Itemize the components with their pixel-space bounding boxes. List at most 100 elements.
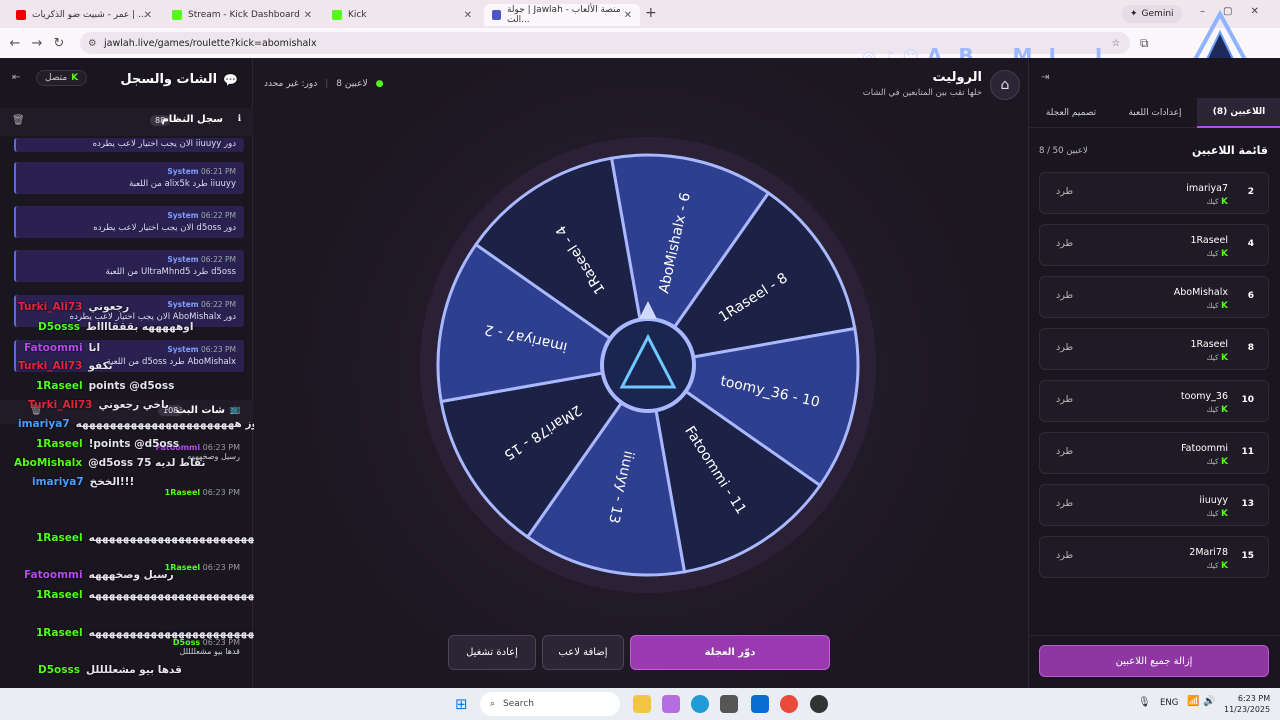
player-number: 6 [1247,291,1254,301]
player-name: 2Mari78 [1189,547,1228,558]
tab-players[interactable]: اللاعبين (8) [1197,98,1280,128]
live-message: 1Raseel 06:23 PM [164,488,240,497]
file-explorer-icon[interactable] [633,695,651,713]
player-number: 11 [1241,447,1254,457]
connection-badge: متصل K [36,70,88,86]
back-icon[interactable]: ← [4,36,26,51]
tab-youtube[interactable]: عمر - شبيت ضو الذكريات | ... ✕ [8,4,160,26]
home-icon: ⌂ [1000,77,1010,93]
player-number: 2 [1247,187,1254,197]
live-message: D5oss 06:23 PM قدها بيو مشعللللل [172,638,240,656]
players-limit: 8 / 50 لاعبين [1039,146,1088,156]
syslog-entry: System 06:22 PM d5oss طرد UltraMhnd5 من ا… [14,250,244,282]
add-player-button[interactable]: إضافة لاعب [542,635,624,670]
tab-kick[interactable]: Kick ✕ [324,4,480,26]
player-source: كيك K [1206,509,1228,519]
kick-icon: K [1221,301,1228,311]
chrome-icon[interactable] [780,695,798,713]
collapse-icon[interactable]: ⇥ [1041,72,1049,83]
kick-icon: K [1221,405,1228,415]
kick-icon [332,10,342,20]
restart-button[interactable]: إعادة تشغيل [448,635,536,670]
chat-bubble-icon: 💬 [223,72,238,87]
player-row: 8 1Raseel كيك K طرد [1039,328,1269,370]
roulette-wheel[interactable]: AboMishalx - 61Raseel - 8toomy_36 - 10Fa… [418,135,878,595]
kick-icon: K [1221,457,1228,467]
outlook-icon[interactable] [751,695,769,713]
windows-taskbar: ⊞ ⌕ Search 🎙 ENG 📶 🔊 6:23 PM 11/23/2025 [0,688,1280,720]
player-number: 10 [1241,395,1254,405]
close-icon[interactable]: ✕ [624,10,632,21]
player-number: 4 [1247,239,1254,249]
player-source: كيك K [1206,457,1228,467]
mic-icon[interactable]: 🎙 [1138,697,1151,708]
syslog-header: 🗑 88 سجل النظام ℹ [0,108,253,136]
kick-player-button[interactable]: طرد [1056,394,1073,405]
copilot-icon[interactable] [662,695,680,713]
tab-game-settings[interactable]: إعدادات اللعبة [1113,98,1197,128]
forward-icon[interactable]: → [26,36,48,51]
player-name: 1Raseel [1190,339,1228,350]
player-number: 15 [1241,551,1254,561]
syslog-entry: دور iiuuyy الان يجب اختيار لاعب يطرده [14,138,244,152]
browser-tabbar: عمر - شبيت ضو الذكريات | ... ✕ Stream - K… [0,0,1280,28]
close-icon[interactable]: ✕ [144,10,152,21]
spin-button[interactable]: دوّر العجلة [630,635,830,670]
kick-icon: K [1221,197,1228,207]
kick-player-button[interactable]: طرد [1056,342,1073,353]
player-source: كيك K [1206,301,1228,311]
new-tab-button[interactable]: + [645,5,657,21]
youtube-icon [16,10,26,20]
volume-icon[interactable]: 🔊 [1203,696,1215,707]
trash-icon[interactable]: 🗑 [12,115,25,126]
home-button[interactable]: ⌂ [990,70,1020,100]
store-icon[interactable] [720,695,738,713]
player-name: AboMishalx [1173,287,1228,298]
player-number: 13 [1241,499,1254,509]
kick-player-button[interactable]: طرد [1056,498,1073,509]
kick-icon: K [1221,353,1228,363]
player-row: 13 iiuuyy كيك K طرد [1039,484,1269,526]
kick-player-button[interactable]: طرد [1056,186,1073,197]
language-indicator[interactable]: ENG [1160,698,1178,708]
kick-player-button[interactable]: طرد [1056,290,1073,301]
turn-label: دور: غير محدد [264,79,318,89]
sparkle-icon: ✦ [1130,9,1138,19]
kick-icon [172,10,182,20]
kick-icon: K [1221,561,1228,571]
game-title: الروليت [932,70,982,85]
player-name: Fatoommi [1181,443,1228,454]
remove-all-players-button[interactable]: إزالة جميع اللاعبين [1039,645,1269,677]
tab-wheel-design[interactable]: تصميم العجلة [1029,98,1113,128]
player-row: 6 AboMishalx كيك K طرد [1039,276,1269,318]
reload-icon[interactable]: ↻ [48,36,70,51]
close-icon[interactable]: ✕ [304,10,312,21]
obs-icon[interactable] [810,695,828,713]
player-name: toomy_36 [1180,391,1228,402]
syslog-entry: System 06:21 PM iiuuyy طرد alix5k من اللع… [14,162,244,194]
player-row: 11 Fatoommi كيك K طرد [1039,432,1269,474]
taskbar-search[interactable]: ⌕ Search [480,692,620,716]
tab-jawlah[interactable]: جولة | Jawlah - منصة الألعاب الت... ✕ [484,4,640,26]
player-row: 4 1Raseel كيك K طرد [1039,224,1269,266]
player-name: iiuuyy [1199,495,1228,506]
close-icon[interactable]: ✕ [464,10,472,21]
network-icon[interactable]: 📶 [1187,696,1199,707]
collapse-icon[interactable]: ⇤ [12,72,20,83]
players-count: 8 لاعبين [336,79,368,89]
edge-icon[interactable] [691,695,709,713]
kick-player-button[interactable]: طرد [1056,446,1073,457]
kick-icon: K [1221,249,1228,259]
kick-player-button[interactable]: طرد [1056,238,1073,249]
tab-kick-dashboard[interactable]: Stream - Kick Dashboard ✕ [164,4,320,26]
jawlah-icon [492,10,501,20]
kick-player-button[interactable]: طرد [1056,550,1073,561]
page: الشات والسجل 💬 متصل K ⇤ 🗑 88 سجل النظام ℹ… [0,58,1280,688]
windows-start-icon[interactable]: ⊞ [455,695,468,713]
player-row: 15 2Mari78 كيك K طرد [1039,536,1269,578]
kick-icon: K [71,73,79,83]
chat-header: الشات والسجل 💬 [120,72,238,87]
player-number: 8 [1247,343,1254,353]
players-list-title: قائمة اللاعبين [1192,144,1268,157]
clock[interactable]: 6:23 PM 11/23/2025 [1224,693,1270,715]
